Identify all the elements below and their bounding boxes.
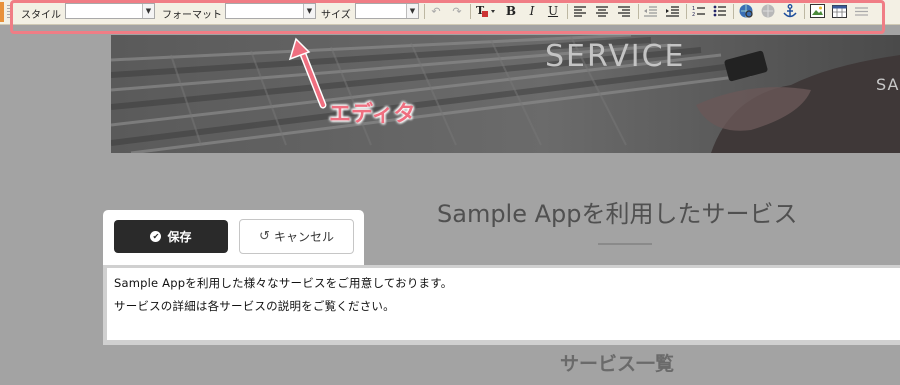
check-circle-icon: ✔: [150, 231, 162, 242]
section-title: Sample Appを利用したサービス: [437, 200, 798, 228]
hero-background-image: [111, 35, 900, 153]
save-button-label: 保存: [167, 230, 192, 244]
save-button[interactable]: ✔ 保存: [114, 220, 228, 253]
editor-text-line: サービスの詳細は各サービスの説明をご覧ください。: [114, 299, 395, 313]
title-divider: [598, 243, 652, 245]
toolbar-edge-tab: [0, 2, 4, 22]
toolbar-highlight-frame: [10, 0, 885, 34]
undo-arrow-icon: ↺: [259, 229, 270, 244]
hero-title: SERVICE: [545, 39, 686, 74]
section-subtitle: サービス一覧: [560, 353, 675, 375]
cancel-button[interactable]: ↺ キャンセル: [239, 219, 354, 254]
cancel-button-label: キャンセル: [273, 230, 334, 244]
hero-banner: SERVICE SA: [111, 35, 900, 153]
hero-secondary-text: SA: [876, 75, 900, 94]
editor-annotation-label: エディタ: [329, 102, 416, 127]
editor-text-line: Sample Appを利用した様々なサービスをご用意しております。: [114, 276, 453, 290]
annotation-arrow-icon: [288, 37, 327, 109]
